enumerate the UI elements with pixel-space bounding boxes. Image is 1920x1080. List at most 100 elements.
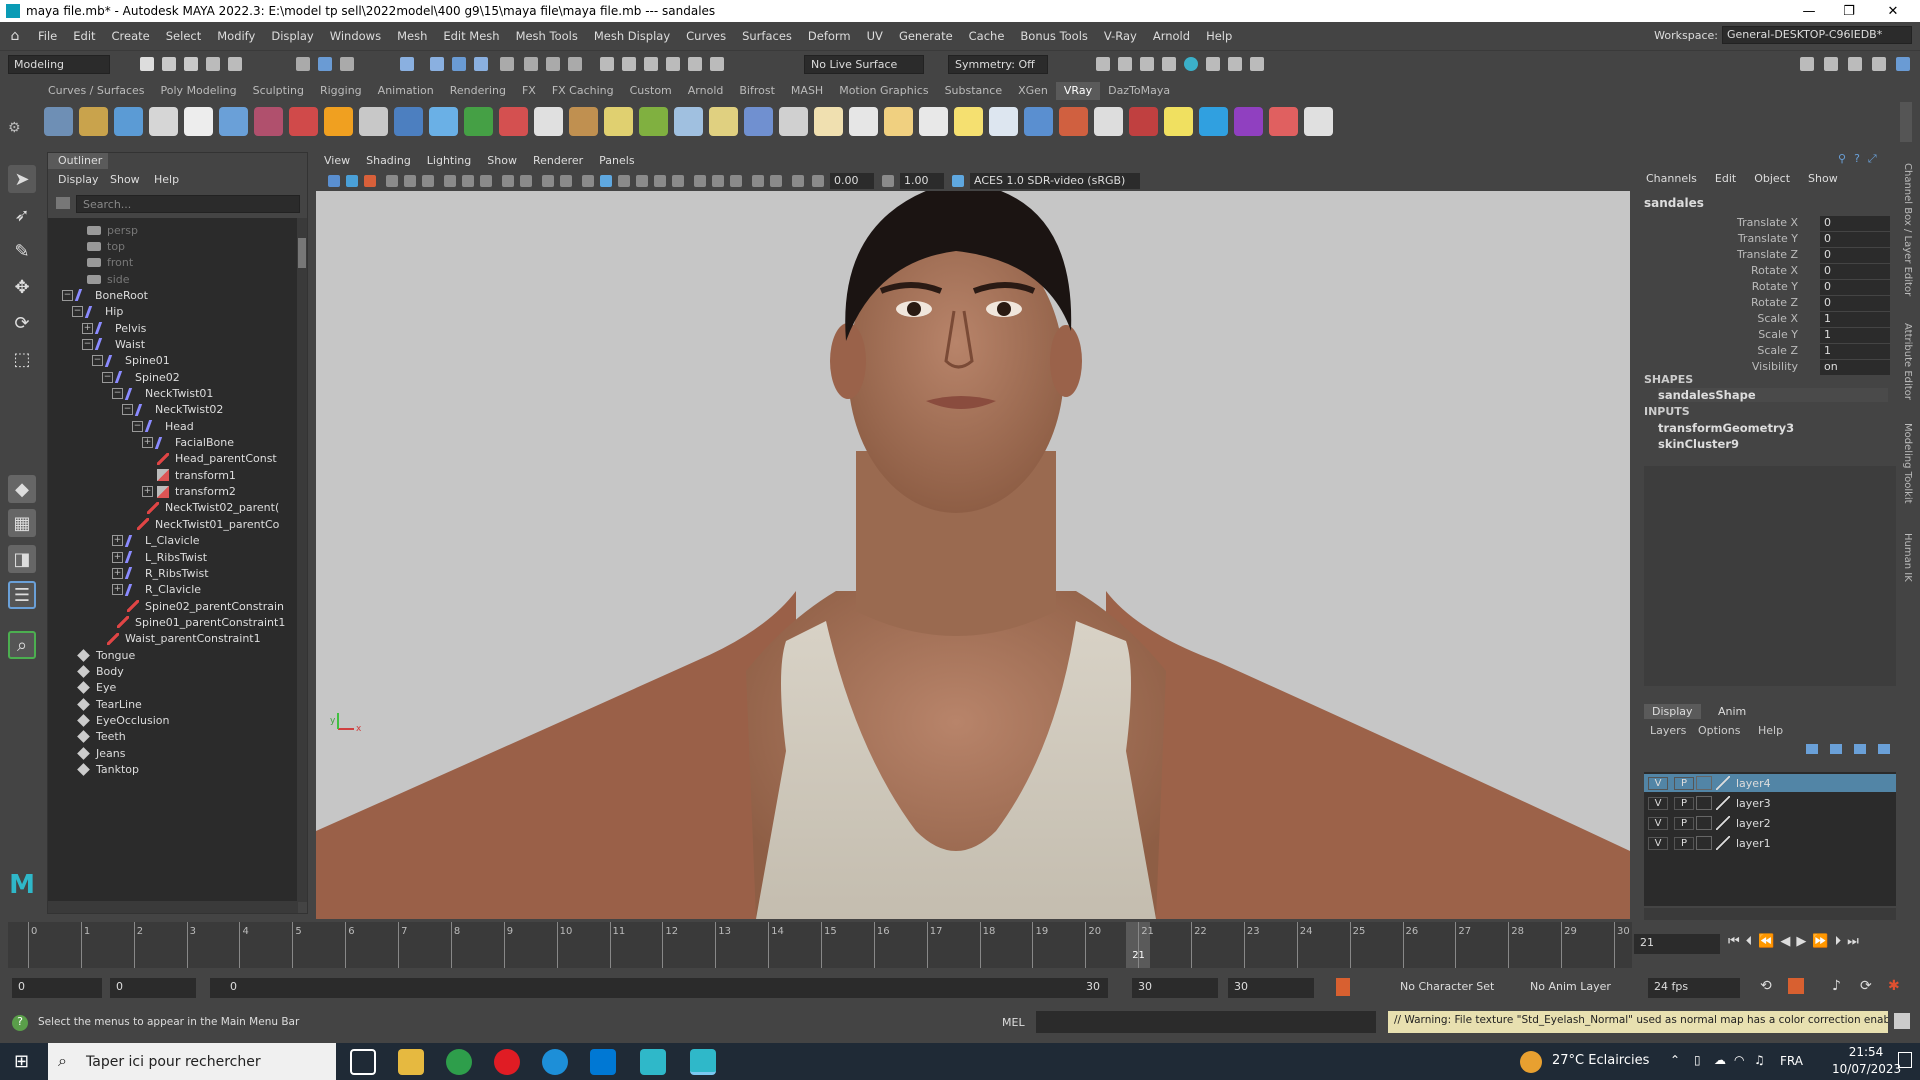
time-slider[interactable]: 2101234567891011121314151617181920212223… xyxy=(8,922,1632,968)
layer-playback-toggle[interactable]: P xyxy=(1674,816,1694,830)
anti-aliasing-icon[interactable] xyxy=(712,175,724,187)
viewport-menu-shading[interactable]: Shading xyxy=(358,152,419,170)
search-icon[interactable]: ⌕ xyxy=(8,631,36,659)
move-layer-up-icon[interactable] xyxy=(1806,744,1818,754)
layer-name[interactable]: layer2 xyxy=(1736,817,1771,830)
shelf-tab[interactable]: Sculpting xyxy=(245,82,312,100)
joint-tool-icon[interactable] xyxy=(666,57,680,71)
select-component-icon[interactable] xyxy=(340,57,354,71)
outliner-layout-icon[interactable]: ☰ xyxy=(8,581,36,609)
menu-surfaces[interactable]: Surfaces xyxy=(734,29,800,43)
shelf-tool-icon[interactable] xyxy=(1199,106,1228,136)
task-view-icon[interactable] xyxy=(350,1049,376,1075)
shelf-tool-icon[interactable] xyxy=(849,106,878,136)
cache-playback-icon[interactable] xyxy=(1788,978,1804,994)
menu-vray[interactable]: V-Ray xyxy=(1096,29,1145,43)
ambient-occlusion-icon[interactable] xyxy=(694,175,706,187)
image-plane-icon[interactable] xyxy=(386,175,398,187)
cb-attribute-name[interactable]: Scale Y xyxy=(1758,328,1798,341)
menu-modify[interactable]: Modify xyxy=(209,29,263,43)
isolate-select-icon[interactable] xyxy=(730,175,742,187)
animation-prefs-icon[interactable]: ✱ xyxy=(1888,978,1900,994)
tray-chevron-icon[interactable]: ⌃ xyxy=(1670,1053,1680,1067)
layer-menu-help[interactable]: Help xyxy=(1758,724,1783,737)
ccleaner-icon[interactable] xyxy=(542,1049,568,1075)
home-icon[interactable]: ⌂ xyxy=(0,28,30,44)
shelf-tool-icon[interactable] xyxy=(779,106,808,136)
collapse-icon[interactable]: − xyxy=(82,338,93,350)
taskbar-search[interactable]: Taper ici pour rechercher xyxy=(48,1043,336,1080)
menu-generate[interactable]: Generate xyxy=(891,29,961,43)
tab-anim[interactable]: Anim xyxy=(1710,704,1754,719)
shelf-tool-icon[interactable] xyxy=(324,106,353,136)
outliner-menu-display[interactable]: Display xyxy=(58,173,99,186)
chrome-icon[interactable] xyxy=(446,1049,472,1075)
menu-select[interactable]: Select xyxy=(158,29,209,43)
cb-attribute-value[interactable]: 1 xyxy=(1820,312,1890,327)
shelf-tool-icon[interactable] xyxy=(289,106,318,136)
shelf-tool-icon[interactable] xyxy=(919,106,948,136)
menu-file[interactable]: File xyxy=(30,29,65,43)
safe-title-icon[interactable] xyxy=(560,175,572,187)
shelf-tab[interactable]: Motion Graphics xyxy=(831,82,936,100)
cb-attribute-row[interactable]: Rotate Y 0 xyxy=(1640,280,1896,296)
menu-deform[interactable]: Deform xyxy=(800,29,859,43)
shelf-tool-icon[interactable] xyxy=(1234,106,1263,136)
filter-icon[interactable] xyxy=(56,197,70,209)
help-icon[interactable]: ? xyxy=(12,1015,28,1031)
vray-render-icon[interactable] xyxy=(1206,57,1220,71)
tab-attribute-editor[interactable]: Attribute Editor xyxy=(1902,323,1913,400)
attribute-editor-toggle-icon[interactable] xyxy=(1824,57,1838,71)
layer-row[interactable]: V Player1 xyxy=(1644,834,1896,852)
step-back-key-icon[interactable]: ⏪ xyxy=(1758,934,1774,949)
smooth-shade-icon[interactable] xyxy=(600,175,612,187)
move-tool-icon[interactable]: ✥ xyxy=(8,273,36,301)
outliner-menu-show[interactable]: Show xyxy=(110,173,140,186)
shelf-tool-icon[interactable] xyxy=(44,106,73,136)
layer-display-type-toggle[interactable] xyxy=(1696,816,1712,830)
menu-edit-mesh[interactable]: Edit Mesh xyxy=(435,29,507,43)
cb-attribute-name[interactable]: Scale X xyxy=(1757,312,1798,325)
shelf-tool-icon[interactable] xyxy=(429,106,458,136)
shelf-tab[interactable]: MASH xyxy=(783,82,831,100)
cb-shape-item[interactable]: sandalesShape xyxy=(1658,388,1888,402)
loop-icon[interactable]: ⟲ xyxy=(1760,978,1772,994)
menu-set-dropdown[interactable]: Modeling xyxy=(8,55,110,74)
wireframe-on-shaded-icon[interactable] xyxy=(618,175,630,187)
outliner-item[interactable]: Tanktop xyxy=(62,760,139,780)
maya-active-taskbar-icon[interactable] xyxy=(690,1049,716,1075)
cb-attribute-name[interactable]: Rotate X xyxy=(1751,264,1798,277)
cb-help-icon[interactable]: ? xyxy=(1854,152,1860,166)
shelf-tool-icon[interactable] xyxy=(79,106,108,136)
shelf-tool-icon[interactable] xyxy=(709,106,738,136)
tab-display[interactable]: Display xyxy=(1644,704,1701,719)
select-object-icon[interactable] xyxy=(318,57,332,71)
shelf-tool-icon[interactable] xyxy=(884,106,913,136)
shelf-tab[interactable]: FX Caching xyxy=(544,82,622,100)
paint-select-icon[interactable] xyxy=(710,57,724,71)
command-line-input[interactable] xyxy=(1036,1011,1376,1033)
cb-attribute-value[interactable]: 0 xyxy=(1820,296,1890,311)
maximize-button[interactable]: ❐ xyxy=(1826,0,1872,22)
shelf-tab[interactable]: Rendering xyxy=(442,82,514,100)
snap-view-icon[interactable] xyxy=(474,57,488,71)
shelf-tool-icon[interactable] xyxy=(1164,106,1193,136)
range-bar[interactable] xyxy=(210,978,1108,998)
lasso-icon[interactable] xyxy=(688,57,702,71)
cb-attribute-name[interactable]: Translate Z xyxy=(1737,248,1798,261)
play-forward-icon[interactable]: ▶ xyxy=(1796,934,1806,949)
cb-attribute-name[interactable]: Translate X xyxy=(1737,216,1798,229)
single-view-icon[interactable]: ◆ xyxy=(8,475,36,503)
shelf-tool-icon[interactable] xyxy=(1094,106,1123,136)
select-tool-icon[interactable]: ➤ xyxy=(8,165,36,193)
color-management-icon[interactable] xyxy=(952,175,964,187)
outliner-search-input[interactable]: Search... xyxy=(76,195,300,213)
shelf-tool-icon[interactable] xyxy=(639,106,668,136)
cb-attribute-row[interactable]: Translate Z 0 xyxy=(1640,248,1896,264)
3d-viewport[interactable]: y x xyxy=(316,191,1630,919)
grease-pencil-icon[interactable] xyxy=(422,175,434,187)
cb-input-item[interactable]: skinCluster9 xyxy=(1658,437,1739,451)
shelf-tool-icon[interactable] xyxy=(954,106,983,136)
viewport-menu-panels[interactable]: Panels xyxy=(591,152,642,170)
bookmarks-icon[interactable] xyxy=(364,175,376,187)
